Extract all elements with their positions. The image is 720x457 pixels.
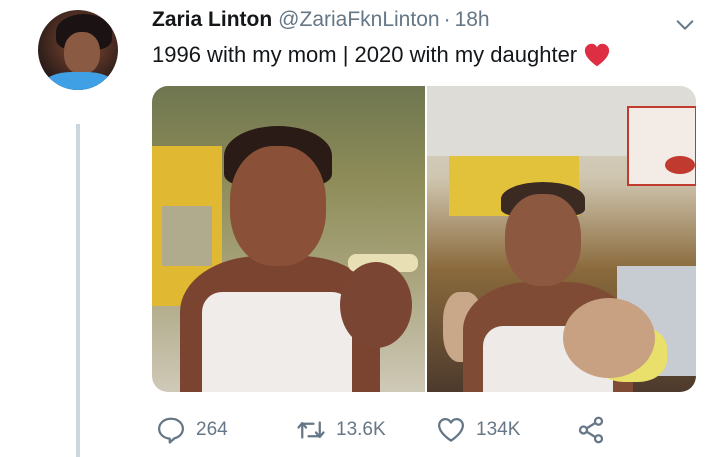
like-count: 134K [476,419,521,440]
photo-bg-price [665,156,695,174]
tweet-text-content: 1996 with my mom | 2020 with my daughter [152,42,578,67]
photo-baby-face [563,298,655,378]
photo-bg-menu [627,106,696,186]
tweet[interactable]: Zaria Linton @ZariaFknLinton · 18h 1996 … [0,0,720,457]
avatar[interactable] [38,10,118,90]
tweet-timestamp[interactable]: 18h [455,8,490,32]
author-handle[interactable]: @ZariaFknLinton [278,8,439,32]
avatar-face [64,32,100,74]
retweet-button[interactable]: 13.6K [296,412,386,448]
photo-1996[interactable] [152,86,425,392]
author-name[interactable]: Zaria Linton [152,8,272,32]
red-heart-icon [585,43,610,67]
avatar-shirt [44,72,114,90]
retweet-icon [297,421,325,439]
tweet-media[interactable] [152,86,696,392]
heart-outline-icon [438,418,464,442]
photo-person-face [505,194,581,286]
thread-line [76,124,80,457]
reply-count: 264 [196,419,228,440]
photo-person-top [202,292,352,392]
photo-2020[interactable] [427,86,696,392]
photo-bg-lettering [162,206,212,266]
tweet-actions: 264 13.6K 134K [152,412,632,448]
like-button[interactable]: 134K [436,412,520,448]
chevron-down-icon[interactable] [674,14,696,36]
photo-person-face [230,146,326,266]
tweet-header: Zaria Linton @ZariaFknLinton · 18h [152,8,490,38]
reply-icon [158,417,184,444]
share-button[interactable] [576,412,606,448]
reply-button[interactable]: 264 [156,412,228,448]
separator-dot: · [443,8,451,31]
retweet-count: 13.6K [336,419,386,440]
photo-baby-face [340,262,412,348]
tweet-text: 1996 with my mom | 2020 with my daughter [152,42,611,68]
share-icon [578,416,604,444]
